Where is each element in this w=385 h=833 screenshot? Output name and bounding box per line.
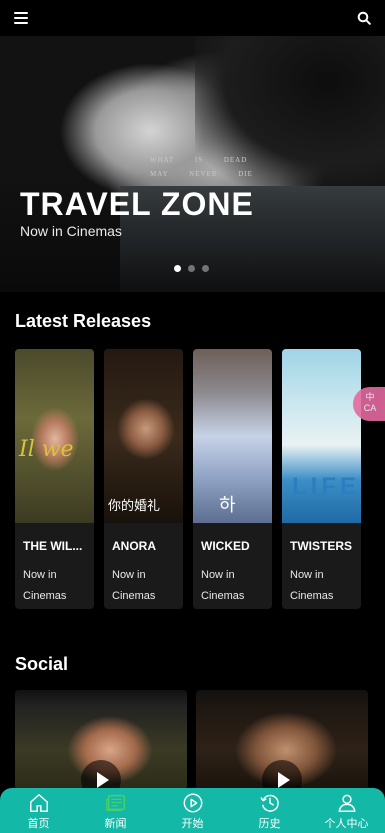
movie-card[interactable]: 你的婚礼 ANORA Now in Cinemas [104,349,183,609]
tab-label: 首页 [27,818,50,830]
hero-subtitle: Now in Cinemas [20,223,122,239]
movie-card[interactable]: 하 WICKED Now in Cinemas [193,349,272,609]
play-icon[interactable] [262,760,302,790]
play-icon[interactable] [81,760,121,790]
home-icon [29,794,48,812]
tab-label: 历史 [258,818,281,830]
tab-profile[interactable]: 个人中心 [308,788,385,833]
movie-status: Now in Cinemas [290,569,334,602]
social-list [15,690,385,790]
movie-status: Now in Cinemas [112,569,156,602]
movie-title: TWISTERS [290,539,352,553]
tab-news[interactable]: 新闻 [77,788,154,833]
language-toggle-label: 中 CA [363,392,377,413]
movie-title: ANORA [112,539,156,553]
tab-history[interactable]: 历史 [231,788,308,833]
carousel-dot-2[interactable] [188,265,195,272]
history-icon [259,794,279,812]
movie-title: THE WIL... [23,539,83,553]
poster-text: LIFE [292,473,360,500]
social-video-card[interactable] [15,690,187,790]
hero-banner[interactable]: WHAT IS DEAD MAY NEVER DIE TRAVEL ZONE N… [0,36,385,292]
carousel-indicators [174,265,209,272]
play-circle-icon [183,793,202,813]
hero-title: TRAVEL ZONE [20,186,254,222]
movie-card[interactable]: LIFE TWISTERS Now in Cinemas [282,349,361,609]
movie-poster: LIFE [282,349,361,523]
movie-title: WICKED [201,539,250,553]
user-icon [337,794,356,812]
tab-home[interactable]: 首页 [0,788,77,833]
tab-label: 开始 [181,818,204,830]
carousel-dot-1[interactable] [174,265,181,272]
movie-poster: Il we [15,349,94,523]
social-video-card[interactable] [196,690,368,790]
carousel-dot-3[interactable] [202,265,209,272]
latest-releases-list: Il we THE WIL... Now in Cinemas 你的婚礼 ANO… [15,349,385,611]
search-icon[interactable] [357,11,371,25]
movie-poster: 하 [193,349,272,523]
hamburger-menu-icon[interactable] [14,12,28,24]
news-icon [105,794,125,811]
language-toggle-button[interactable]: 中 CA [353,387,385,421]
top-bar [0,0,385,36]
tab-label: 新闻 [104,818,127,830]
tab-start[interactable]: 开始 [154,788,231,833]
movie-poster: 你的婚礼 [104,349,183,523]
bottom-tab-bar: 首页 新闻 开始 历史 个人中心 [0,788,385,833]
section-title-latest-releases: Latest Releases [15,311,152,331]
poster-text: 你的婚礼 [108,499,161,514]
section-title-social: Social [15,654,69,674]
movie-status: Now in Cinemas [201,569,245,602]
tab-label: 个人中心 [324,818,369,830]
movie-status: Now in Cinemas [23,569,67,602]
poster-text: 하 [219,495,236,516]
movie-card[interactable]: Il we THE WIL... Now in Cinemas [15,349,94,609]
poster-text: Il we [19,437,74,462]
